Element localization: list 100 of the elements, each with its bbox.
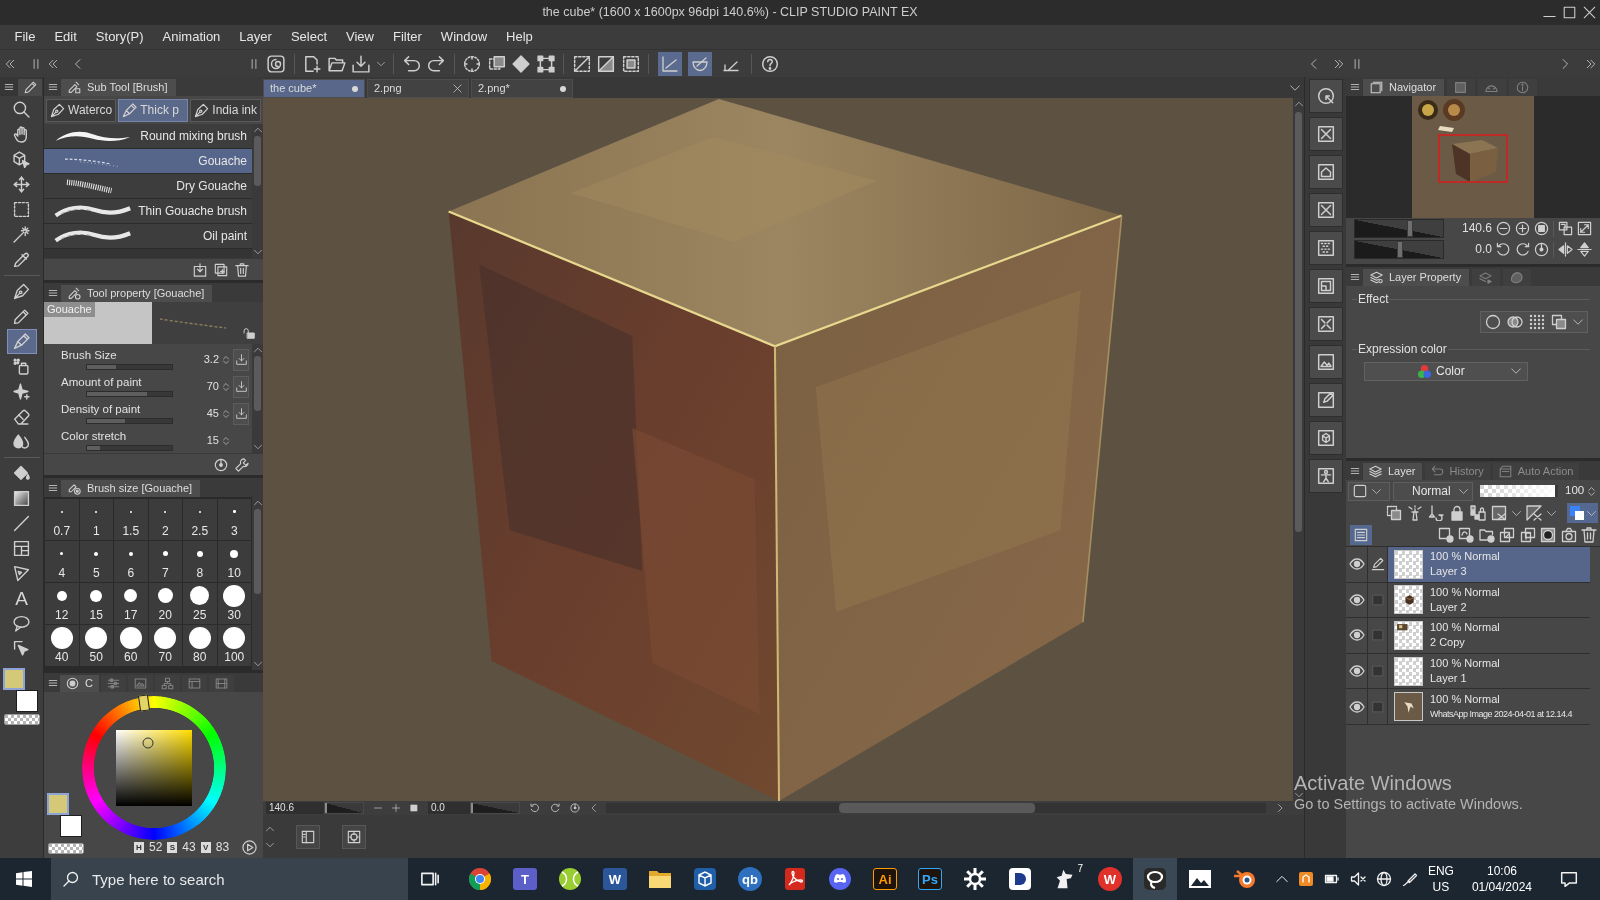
quick-access-button[interactable] xyxy=(1308,79,1343,113)
view-frame[interactable] xyxy=(1438,134,1508,183)
chevron-left-icon[interactable] xyxy=(73,58,83,69)
brush-size-cell[interactable]: 20 xyxy=(148,583,182,624)
rotate-right-icon[interactable] xyxy=(1515,242,1530,257)
brush-size-cell[interactable]: 17 xyxy=(114,583,148,624)
tool-button[interactable] xyxy=(6,329,37,354)
eye-icon[interactable] xyxy=(1348,591,1365,608)
menu-item[interactable]: Edit xyxy=(44,27,87,47)
frame-button[interactable] xyxy=(296,824,320,849)
panel-tab[interactable] xyxy=(1447,79,1476,96)
double-chevron-right-icon[interactable] xyxy=(1334,58,1344,69)
sub-color-swatch[interactable] xyxy=(60,815,82,837)
scrollbar-thumb[interactable] xyxy=(254,509,261,594)
padlock-icon[interactable] xyxy=(243,327,255,339)
blend-mode-dropdown[interactable]: Normal xyxy=(1393,481,1473,501)
layer-item[interactable]: 100 % Normal 2 Copy xyxy=(1388,618,1590,653)
panel-tab[interactable] xyxy=(181,675,207,692)
panel-tab[interactable]: C xyxy=(60,675,99,692)
property-slider[interactable] xyxy=(86,445,173,452)
panel-tab[interactable] xyxy=(1478,79,1507,96)
layer-item[interactable]: 100 % Normal Layer 1 xyxy=(1388,653,1590,689)
quick-access-button[interactable] xyxy=(1308,345,1343,379)
panel-tab[interactable]: Tool property [Gouache] xyxy=(61,285,213,302)
brush-group-tab[interactable]: Waterco xyxy=(46,99,117,122)
zoom-in-icon[interactable] xyxy=(1515,221,1530,236)
chevron-right-icon[interactable] xyxy=(1276,804,1284,812)
scrollbar-thumb[interactable] xyxy=(254,356,261,411)
document-tab[interactable]: the cube* xyxy=(263,79,365,98)
panel-menu-icon[interactable] xyxy=(48,82,58,92)
document-tab[interactable]: 2.png xyxy=(367,79,469,98)
overlapping-circles-icon[interactable] xyxy=(1507,314,1523,331)
cornered-squares-icon[interactable] xyxy=(1519,527,1536,543)
dial-icon[interactable] xyxy=(570,803,580,813)
layer-color-dropdown[interactable] xyxy=(1348,481,1390,501)
brush-size-cell[interactable]: 30 xyxy=(217,583,251,624)
double-chevron-left-icon[interactable] xyxy=(48,58,58,69)
color-square[interactable] xyxy=(115,730,192,806)
quick-access-button[interactable] xyxy=(1308,269,1343,303)
search-field[interactable]: Type here to search xyxy=(51,858,408,900)
brush-size-cell[interactable]: 4 xyxy=(45,541,79,582)
menu-item[interactable]: Filter xyxy=(383,27,432,47)
main-color-swatch[interactable] xyxy=(2,668,25,690)
taskbar-button[interactable]: T xyxy=(503,858,547,900)
scroll-down-icon[interactable] xyxy=(1294,791,1303,799)
tower-icon[interactable] xyxy=(1407,505,1423,521)
taskbar-button[interactable] xyxy=(1133,858,1177,900)
layer-item[interactable]: 100 % Normal Layer 2 xyxy=(1388,582,1590,618)
expression-color-dropdown[interactable]: Color xyxy=(1364,361,1528,381)
quick-access-button[interactable] xyxy=(1308,231,1343,265)
brush-list-item[interactable]: Dry Gouache xyxy=(44,174,252,199)
flip-vertical-icon[interactable] xyxy=(1577,242,1592,257)
grip-icon[interactable] xyxy=(31,58,41,69)
brush-size-cell[interactable]: 40 xyxy=(45,625,79,666)
document-tab[interactable]: 2.png* xyxy=(471,79,573,98)
dashed-squares-icon[interactable] xyxy=(1386,505,1402,521)
brush-size-cell[interactable]: 50 xyxy=(79,625,113,666)
menu-item[interactable]: Animation xyxy=(153,27,230,47)
brush-size-cell[interactable]: 70 xyxy=(148,625,182,666)
pen-icon[interactable] xyxy=(1401,871,1418,887)
brush-group-tab[interactable]: India ink xyxy=(190,99,261,122)
stacked-squares-icon[interactable] xyxy=(1551,314,1567,331)
pin-button[interactable] xyxy=(233,348,249,371)
menu-item[interactable]: Select xyxy=(281,27,337,47)
panel-tab[interactable]: Layer xyxy=(1363,463,1422,480)
panel-tab[interactable]: Sub Tool [Brush] xyxy=(61,79,176,96)
chevron-left-icon[interactable] xyxy=(590,804,598,812)
layer-item[interactable]: 100 % Normal WhatsApp Image 2024-04-01 at 12.14.4 xyxy=(1388,689,1590,724)
quick-access-button[interactable] xyxy=(1308,155,1343,189)
panel-menu-icon[interactable] xyxy=(1350,466,1360,476)
panel-tab[interactable] xyxy=(1472,269,1501,286)
menu-item[interactable]: File xyxy=(5,27,45,47)
brush-list-item[interactable]: Round mixing brush xyxy=(44,124,252,149)
brush-size-cell[interactable]: 8 xyxy=(183,541,217,582)
brush-list-item[interactable]: Oil paint xyxy=(44,224,252,249)
trash-icon[interactable] xyxy=(1581,527,1597,543)
linked-squares-icon[interactable] xyxy=(1499,527,1515,543)
circle-in-square-icon[interactable] xyxy=(1540,527,1556,543)
dashed-circle-icon[interactable] xyxy=(463,54,481,73)
panel-tab[interactable] xyxy=(1503,269,1532,286)
quick-access-button[interactable] xyxy=(1308,421,1343,455)
zoom-out-icon[interactable] xyxy=(1496,221,1511,236)
scroll-up-icon[interactable] xyxy=(1294,100,1303,108)
brush-size-cell[interactable]: 2 xyxy=(148,499,182,540)
property-slider[interactable] xyxy=(86,391,173,398)
rotate-right-icon[interactable] xyxy=(550,803,560,813)
brush-size-cell[interactable]: 3 xyxy=(217,499,251,540)
brush-size-cell[interactable]: 0.7 xyxy=(45,499,79,540)
maximize-icon[interactable] xyxy=(1563,6,1576,19)
dial-icon[interactable] xyxy=(1534,242,1549,257)
show-hidden-icon[interactable] xyxy=(1275,873,1288,885)
chevron-down-icon[interactable] xyxy=(266,840,274,849)
plus-icon[interactable] xyxy=(392,804,400,812)
menu-item[interactable]: Story(P) xyxy=(86,27,154,47)
taskbar-button[interactable]: Ai xyxy=(863,858,907,900)
trash-icon[interactable] xyxy=(235,262,249,277)
camera-icon[interactable] xyxy=(1560,527,1577,543)
rotate-left-icon[interactable] xyxy=(1496,242,1511,257)
brush-size-cell[interactable]: 60 xyxy=(114,625,148,666)
brush-size-cell[interactable]: 5 xyxy=(79,541,113,582)
